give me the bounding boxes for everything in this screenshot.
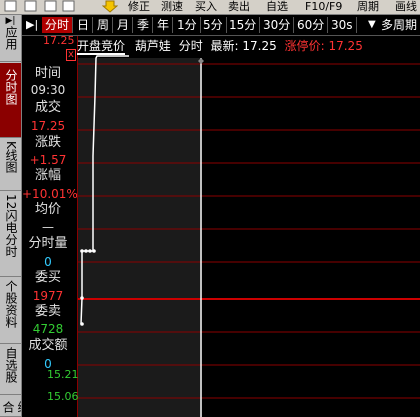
tab-label: 个股资料: [4, 280, 18, 328]
tab-label: K线图: [4, 141, 18, 173]
period-tabs: ▶| 分时 日 周 月 季 年 1分 5分 15分 30分 60分 30s ▼ …: [22, 15, 420, 36]
bid-value: 1977: [32, 289, 64, 303]
amount-label: 成交额: [28, 338, 68, 353]
toolbar-buy[interactable]: 买入: [195, 0, 217, 13]
tab-label: 12闪电分时: [4, 194, 18, 258]
tab-year[interactable]: 年: [154, 17, 174, 33]
vol-value: 0: [44, 255, 52, 269]
tab-30s[interactable]: 30s: [328, 17, 357, 33]
toolbar-speed[interactable]: 测速: [161, 0, 183, 13]
tab-day[interactable]: 日: [74, 17, 94, 33]
tab-week[interactable]: 周: [94, 17, 114, 33]
down-arrow-icon[interactable]: [102, 0, 118, 13]
stock-name: 葫芦娃: [134, 39, 171, 53]
tab-month[interactable]: 月: [114, 17, 134, 33]
tab-apps[interactable]: ▶| 应用: [0, 15, 21, 62]
display-icon[interactable]: [62, 0, 76, 13]
latest-label: 最新:: [210, 39, 239, 53]
window-icon[interactable]: [24, 0, 38, 13]
toolbar-sell[interactable]: 卖出: [228, 0, 250, 13]
tab-multi-period[interactable]: 多周期: [378, 17, 420, 33]
chart-type: 分时: [178, 39, 203, 53]
change-value: +1.57: [29, 153, 67, 167]
tab-label: 分时图: [4, 69, 18, 105]
left-tab-column: ▶| 应用 分时图 K线图 12闪电分时 个股资料 自选股 综合: [0, 15, 22, 417]
auction-zone: [77, 58, 200, 417]
toolbar: 修正 测速 买入 卖出 自选 F10/F9 周期 画线: [0, 0, 420, 15]
frame-icon[interactable]: [44, 0, 58, 13]
toolbar-edit[interactable]: 修正: [128, 0, 150, 13]
tab-30min[interactable]: 30分: [260, 17, 295, 33]
grid-icon[interactable]: [4, 0, 18, 13]
latest-value: 17.25: [242, 39, 277, 53]
tab-60min[interactable]: 60分: [294, 17, 329, 33]
tab-1min[interactable]: 1分: [174, 17, 201, 33]
pct-label: 涨幅: [34, 168, 61, 183]
tab-label: 自选股: [4, 347, 18, 383]
tab-kline[interactable]: K线图: [0, 139, 21, 191]
ask-label: 委卖: [34, 304, 61, 319]
tab-label: 应用: [4, 26, 18, 50]
tab-stock-info[interactable]: 个股资料: [0, 278, 21, 344]
tab-15min[interactable]: 15分: [226, 17, 261, 33]
tab-flash-timeshare[interactable]: 12闪电分时: [0, 192, 21, 277]
price-chart[interactable]: 17.25 x 15.21 15.06: [43, 35, 420, 417]
chart-canvas: [77, 36, 420, 417]
collapse-arrow-icon[interactable]: ▶|: [26, 17, 38, 33]
collapse-arrow-icon: ▶|: [5, 16, 16, 26]
tab-quarter[interactable]: 季: [134, 17, 154, 33]
auction-label: 开盘竞价: [77, 39, 126, 55]
pct-value: +10.01%: [22, 187, 78, 201]
close-marker[interactable]: x: [66, 49, 76, 61]
avg-label: 均价: [34, 202, 61, 217]
toolbar-watchlist[interactable]: 自选: [266, 0, 288, 13]
avg-value: —: [42, 220, 54, 234]
tab-timeshare[interactable]: 分时图: [0, 63, 21, 138]
vol-label: 分时量: [28, 236, 68, 251]
deal-value: 17.25: [30, 119, 66, 133]
tab-label: 综合: [1, 401, 21, 413]
toolbar-draw[interactable]: 画线: [395, 0, 417, 13]
y-label-top: 17.25: [43, 34, 75, 47]
time-value: 09:30: [30, 83, 66, 97]
y-label-bottom: 15.06: [47, 390, 79, 403]
deal-label: 成交: [34, 100, 61, 115]
change-label: 涨跌: [34, 135, 61, 150]
toolbar-period[interactable]: 周期: [357, 0, 379, 13]
chart-header: 开盘竞价 葫芦娃 分时 最新: 17.25 涨停价: 17.25: [77, 38, 363, 55]
chevron-down-icon[interactable]: ▼: [368, 17, 376, 33]
ask-value: 4728: [32, 322, 64, 336]
tab-composite[interactable]: 综合: [0, 396, 21, 417]
limit-value: 17.25: [328, 39, 363, 53]
limit-label: 涨停价:: [284, 39, 325, 53]
tab-watchlist[interactable]: 自选股: [0, 345, 21, 395]
toolbar-f10[interactable]: F10/F9: [305, 0, 342, 13]
info-panel: 时间 09:30 成交 17.25 涨跌 +1.57 涨幅 +10.01% 均价…: [22, 36, 78, 417]
bid-label: 委买: [34, 270, 61, 285]
tab-5min[interactable]: 5分: [200, 17, 227, 33]
time-label: 时间: [34, 66, 61, 81]
tab-timeshare-period[interactable]: 分时: [42, 17, 74, 33]
y-label-lower: 15.21: [47, 368, 79, 381]
